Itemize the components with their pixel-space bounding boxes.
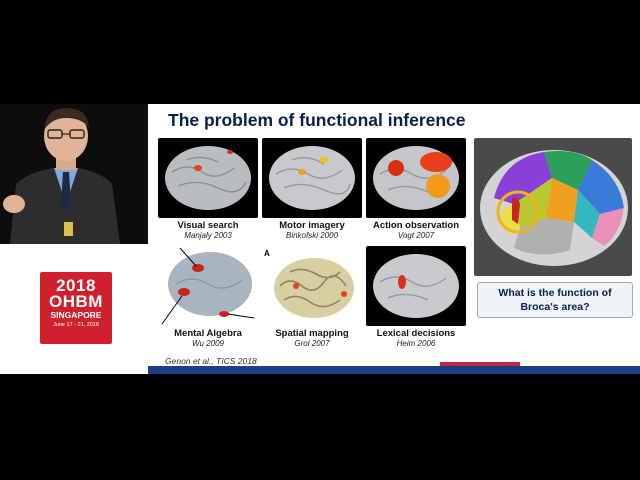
panel-label: Mental Algebra (174, 328, 242, 339)
logo-name: OHBM (49, 292, 103, 311)
brain-image-visual-search (158, 138, 258, 218)
citation: Genon et al., TICS 2018 (165, 356, 257, 366)
brain-image-mental-algebra (158, 246, 258, 326)
slide-title: The problem of functional inference (168, 110, 466, 130)
panel-letter: A (264, 249, 270, 258)
logo-city: SINGAPORE (50, 310, 102, 320)
panel-label: Visual search (177, 220, 239, 231)
panel-label: Action observation (372, 220, 460, 231)
panel-label: Lexical decisions (376, 328, 456, 339)
panel-ref: Vogt 2007 (397, 231, 435, 240)
slide-footer-bar (148, 366, 640, 374)
panel-label: Motor imagery (279, 220, 345, 231)
speaker-figure (0, 104, 148, 244)
brain-image-action-observation (366, 138, 466, 218)
panel-ref: Manjaly 2003 (184, 231, 232, 240)
panel-label: Spatial mapping (275, 328, 349, 339)
panel-ref: Heim 2006 (396, 339, 436, 348)
parcellated-brain-image (474, 138, 632, 276)
conference-logo: 2018 OHBM SINGAPORE June 17 - 21, 2018 (40, 272, 112, 344)
panel-ref: Wu 2009 (191, 339, 225, 348)
brain-image-lexical-decisions (366, 246, 466, 326)
logo-dates: June 17 - 21, 2018 (53, 322, 99, 328)
brain-image-motor-imagery (262, 138, 362, 218)
panel-ref: Grol 2007 (294, 339, 330, 348)
panel-ref: Binkofski 2000 (285, 231, 339, 240)
brain-image-spatial-mapping (262, 246, 362, 326)
speaker-video (0, 104, 148, 244)
question-box: What is the function of Broca's area? (477, 282, 633, 318)
